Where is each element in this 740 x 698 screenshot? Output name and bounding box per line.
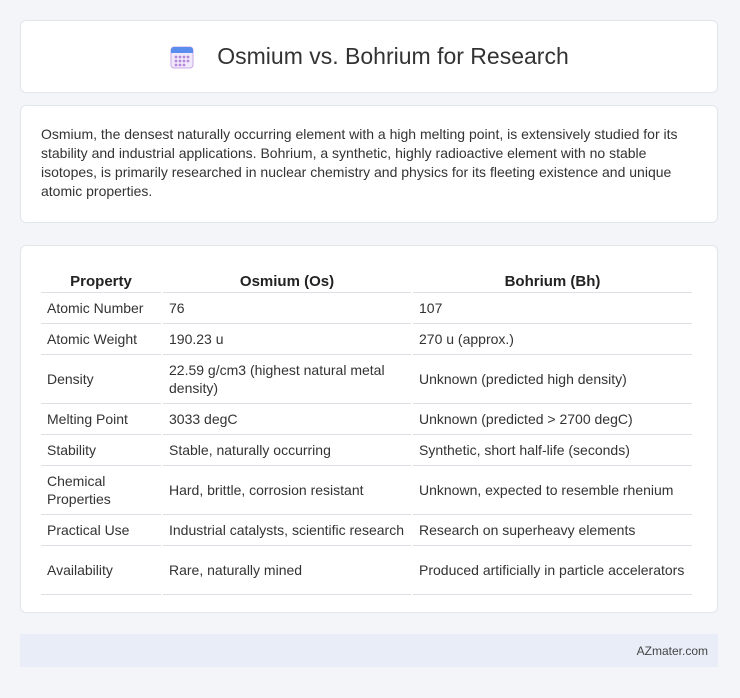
table-row: Stability Stable, naturally occurring Sy… <box>41 435 692 466</box>
table-row: Density 22.59 g/cm3 (highest natural met… <box>41 355 692 404</box>
header-osmium: Osmium (Os) <box>163 266 411 293</box>
title-card: Osmium vs. Bohrium for Research <box>20 20 718 93</box>
cell-bohrium: Unknown (predicted > 2700 degC) <box>413 404 692 435</box>
cell-bohrium: Unknown, expected to resemble rhenium <box>413 466 692 515</box>
cell-bohrium: Produced artificially in particle accele… <box>413 546 692 595</box>
cell-osmium: Stable, naturally occurring <box>163 435 411 466</box>
table-row: Atomic Weight 190.23 u 270 u (approx.) <box>41 324 692 355</box>
header-property: Property <box>41 266 161 293</box>
table-header-row: Property Osmium (Os) Bohrium (Bh) <box>41 266 692 293</box>
comparison-table: Property Osmium (Os) Bohrium (Bh) Atomic… <box>39 266 694 595</box>
cell-osmium: 190.23 u <box>163 324 411 355</box>
footer-site-link[interactable]: AZmater.com <box>637 644 708 658</box>
table-row: Atomic Number 76 107 <box>41 293 692 324</box>
cell-property: Density <box>41 355 161 404</box>
cell-property: Chemical Properties <box>41 466 161 515</box>
calendar-icon <box>169 44 195 70</box>
cell-osmium: 76 <box>163 293 411 324</box>
cell-property: Availability <box>41 546 161 595</box>
description-text: Osmium, the densest naturally occurring … <box>41 126 678 199</box>
cell-osmium: Industrial catalysts, scientific researc… <box>163 515 411 546</box>
cell-bohrium: 107 <box>413 293 692 324</box>
table-row: Practical Use Industrial catalysts, scie… <box>41 515 692 546</box>
cell-osmium: 3033 degC <box>163 404 411 435</box>
cell-bohrium: 270 u (approx.) <box>413 324 692 355</box>
description-card: Osmium, the densest naturally occurring … <box>20 105 718 223</box>
cell-property: Melting Point <box>41 404 161 435</box>
cell-bohrium: Synthetic, short half-life (seconds) <box>413 435 692 466</box>
cell-osmium: Rare, naturally mined <box>163 546 411 595</box>
cell-property: Atomic Weight <box>41 324 161 355</box>
cell-bohrium: Unknown (predicted high density) <box>413 355 692 404</box>
footer: AZmater.com <box>20 634 718 667</box>
cell-property: Atomic Number <box>41 293 161 324</box>
cell-property: Practical Use <box>41 515 161 546</box>
cell-osmium: 22.59 g/cm3 (highest natural metal densi… <box>163 355 411 404</box>
cell-osmium: Hard, brittle, corrosion resistant <box>163 466 411 515</box>
cell-property: Stability <box>41 435 161 466</box>
table-row: Chemical Properties Hard, brittle, corro… <box>41 466 692 515</box>
table-row: Melting Point 3033 degC Unknown (predict… <box>41 404 692 435</box>
table-row: Availability Rare, naturally mined Produ… <box>41 546 692 595</box>
header-bohrium: Bohrium (Bh) <box>413 266 692 293</box>
cell-bohrium: Research on superheavy elements <box>413 515 692 546</box>
page-title: Osmium vs. Bohrium for Research <box>217 43 569 69</box>
comparison-table-card: Property Osmium (Os) Bohrium (Bh) Atomic… <box>20 245 718 613</box>
